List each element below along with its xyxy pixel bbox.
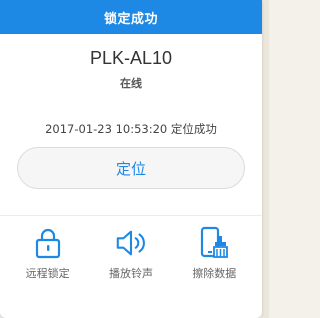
device-status: 在线 <box>120 77 142 90</box>
banner-title: 锁定成功 <box>103 11 158 27</box>
locate-button-label: 定位 <box>115 159 146 178</box>
divider <box>0 215 262 216</box>
lock-icon <box>31 226 65 260</box>
action-bar: 远程锁定 播放铃声 擦除数据 <box>0 226 262 281</box>
play-ringtone-button[interactable]: 播放铃声 <box>91 226 171 281</box>
device-name: PLK-AL10 <box>89 48 173 68</box>
play-ringtone-label: 播放铃声 <box>108 267 153 280</box>
erase-data-label: 擦除数据 <box>192 267 237 280</box>
locate-button[interactable]: 定位 <box>17 147 245 189</box>
erase-data-button[interactable]: 擦除数据 <box>174 226 254 281</box>
erase-phone-icon <box>197 226 231 260</box>
locate-result-message: 2017-01-23 10:53:20 定位成功 <box>45 122 217 136</box>
speaker-icon <box>114 226 148 260</box>
remote-lock-button[interactable]: 远程锁定 <box>8 226 88 281</box>
device-info-card: 锁定成功 PLK-AL10 在线 2017-01-23 10:53:20 定位成… <box>0 0 262 318</box>
remote-lock-label: 远程锁定 <box>25 267 70 280</box>
status-banner: 锁定成功 <box>0 0 262 34</box>
